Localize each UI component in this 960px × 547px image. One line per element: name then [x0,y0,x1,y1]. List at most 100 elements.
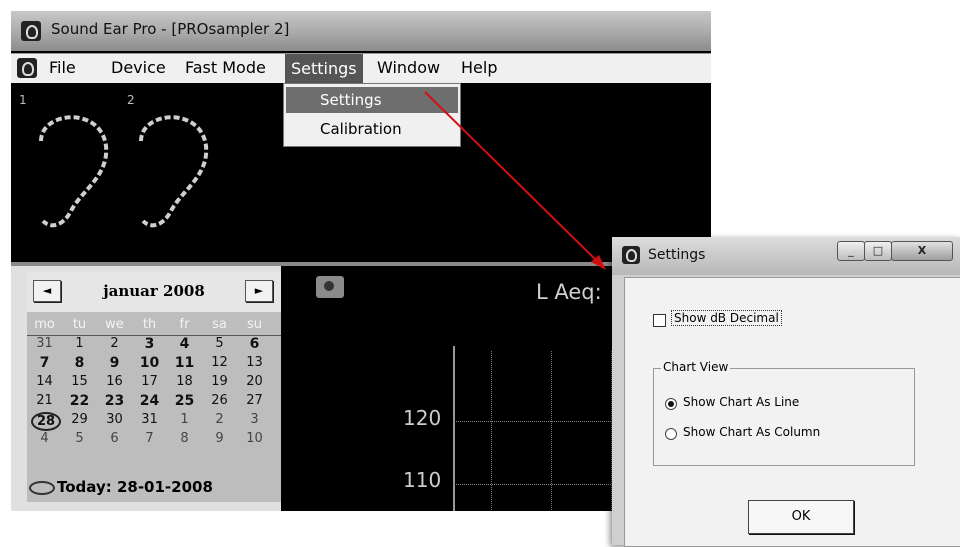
snapshot-icon[interactable] [316,276,344,298]
weekday-mo: mo [34,317,55,332]
calendar-day[interactable]: 5 [202,336,237,351]
maximize-button[interactable]: □ [864,241,892,261]
calendar-day[interactable]: 22 [62,393,97,409]
menu-bar: File Device Fast Mode Settings Window He… [11,53,711,84]
calendar-day-today[interactable]: 28 [31,412,61,431]
y-tick-120: 120 [403,406,442,430]
calendar-day[interactable]: 25 [167,393,202,409]
calendar-day[interactable]: 14 [27,374,62,389]
y-tick-110: 110 [403,468,442,492]
dialog-title-bar[interactable]: Settings _ □ X [612,237,960,275]
menu-item-calibration[interactable]: Calibration [286,116,458,142]
calendar-day[interactable]: 19 [202,374,237,389]
weekday-th: th [142,317,157,332]
chart-view-group-label: Chart View [661,360,731,374]
calendar-header: ◄ januar 2008 ► [27,272,281,312]
show-db-decimal-label[interactable]: Show dB Decimal [671,310,782,326]
menu-item-settings-label: Settings [320,91,382,109]
today-label: Today: 28-01-2008 [57,478,213,496]
calendar-day[interactable]: 27 [237,393,272,408]
calendar: ◄ januar 2008 ► mo tu we th fr sa su 31 … [27,272,281,502]
grid-vline [491,351,492,511]
y-axis [453,346,455,511]
chart-view-group [653,368,915,466]
title-bar[interactable]: Sound Ear Pro - [PROsampler 2] [11,11,711,51]
weekday-sa: sa [212,317,227,332]
dialog-app-icon [622,246,640,264]
calendar-day[interactable]: 8 [62,355,97,371]
calendar-day[interactable]: 29 [62,412,97,427]
calendar-day[interactable]: 17 [132,374,167,389]
ok-button[interactable]: OK [748,500,854,534]
close-button[interactable]: X [891,241,953,261]
calendar-day[interactable]: 2 [202,412,237,427]
settings-dialog: Settings _ □ X Show dB Decimal Chart Vie… [612,237,960,547]
menu-device[interactable]: Device [107,58,170,77]
calendar-day[interactable]: 26 [202,393,237,408]
calendar-day[interactable]: 6 [237,336,272,352]
calendar-day[interactable]: 10 [237,431,272,446]
menu-fast-mode[interactable]: Fast Mode [181,58,270,77]
ear-icon-1 [39,115,109,228]
calendar-day[interactable]: 13 [237,355,272,370]
calendar-day[interactable]: 3 [237,412,272,427]
ear-icon-2 [139,115,209,228]
window-title: Sound Ear Pro - [PROsampler 2] [51,20,290,38]
calendar-day[interactable]: 8 [167,431,202,446]
calendar-day[interactable]: 6 [97,431,132,446]
window-controls: _ □ X [837,241,955,261]
calendar-day[interactable]: 30 [97,412,132,427]
calendar-day[interactable]: 15 [62,374,97,389]
weekday-tu: tu [72,317,87,332]
menu-item-settings[interactable]: Settings [286,87,458,113]
chart-title: L Aeq: [536,280,602,304]
weekday-su: su [246,317,262,332]
weekday-fr: fr [179,317,190,332]
menu-window[interactable]: Window [373,58,444,77]
calendar-day[interactable]: 3 [132,336,167,352]
calendar-day[interactable]: 2 [97,336,132,351]
app-icon [21,21,41,41]
weekday-row: mo tu we th fr sa su [27,317,281,336]
calendar-day[interactable]: 31 [132,412,167,427]
menu-app-icon[interactable] [17,58,37,78]
calendar-day[interactable]: 24 [132,393,167,409]
calendar-day[interactable]: 1 [62,336,97,351]
calendar-day[interactable]: 21 [27,393,62,408]
next-month-button[interactable]: ► [245,280,273,302]
menu-settings[interactable]: Settings [285,54,363,84]
calendar-day[interactable]: 1 [167,412,202,427]
calendar-day[interactable]: 16 [97,374,132,389]
grid-vline [551,351,552,511]
calendar-day[interactable]: 9 [202,431,237,446]
today-link[interactable]: Today: 28-01-2008 [29,478,213,496]
minimize-button[interactable]: _ [837,241,865,261]
calendar-day[interactable]: 4 [167,336,202,352]
calendar-day[interactable]: 10 [132,355,167,371]
calendar-month: januar 2008 [103,282,205,300]
menu-item-calibration-label: Calibration [320,120,402,138]
radio-column-label[interactable]: Show Chart As Column [683,425,820,439]
calendar-day[interactable]: 7 [27,355,62,371]
calendar-day[interactable]: 5 [62,431,97,446]
ear-icons [39,115,209,228]
calendar-day[interactable]: 20 [237,374,272,389]
calendar-day[interactable]: 31 [27,336,62,351]
radio-show-chart-as-line[interactable] [665,398,677,410]
radio-show-chart-as-column[interactable] [665,428,677,440]
dialog-body: Show dB Decimal Chart View Show Chart As… [624,277,960,547]
radio-line-label[interactable]: Show Chart As Line [683,395,799,409]
menu-file[interactable]: File [45,58,80,77]
dialog-title: Settings [648,247,706,263]
calendar-day[interactable]: 4 [27,431,62,446]
calendar-day[interactable]: 11 [167,355,202,371]
calendar-day[interactable]: 23 [97,393,132,409]
calendar-day[interactable]: 7 [132,431,167,446]
menu-help[interactable]: Help [457,58,501,77]
calendar-day[interactable]: 12 [202,355,237,370]
today-loop-icon [29,480,55,495]
show-db-decimal-checkbox[interactable] [653,314,666,327]
calendar-day[interactable]: 18 [167,374,202,389]
calendar-day[interactable]: 9 [97,355,132,371]
main-window: Sound Ear Pro - [PROsampler 2] File Devi… [11,11,711,511]
